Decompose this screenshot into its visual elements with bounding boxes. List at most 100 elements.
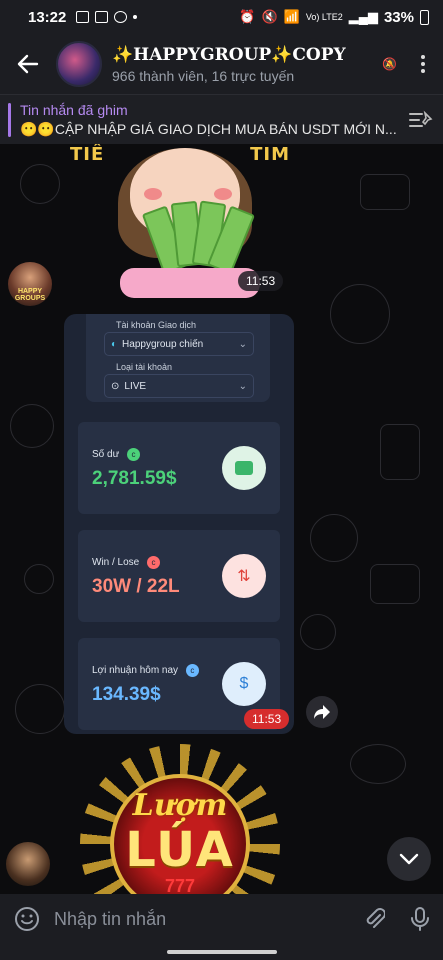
alarm-icon: ⏰ [239, 9, 256, 24]
profit-label: Lợi nhuận hôm nay [92, 665, 179, 677]
account-card: Tài khoản Giao dịch ◐ Happygroup chiến ⌄… [86, 314, 270, 402]
wallet-icon [95, 11, 109, 23]
balance-label-wrap: Số dư c [92, 448, 141, 461]
pinned-text: Tin nhắn đã ghim 😶😶CẬP NHẬP GIÁ GIAO DỊC… [20, 102, 399, 138]
status-notification-icons [76, 11, 138, 23]
wifi-icon: 📶 [283, 9, 300, 24]
image-message[interactable]: Tài khoản Giao dịch ◐ Happygroup chiến ⌄… [64, 314, 294, 734]
status-bar: 13:22 ⏰ 🔇 📶 Vo) LTE2 ▂▄▆ 33% [0, 0, 443, 34]
battery-level: 33% [383, 8, 414, 26]
group-title: ✨HAPPYGROUP✨COPY [112, 44, 346, 65]
account-logo-icon: ◐ [111, 338, 118, 350]
sticker-timestamp: 11:53 [238, 271, 284, 291]
sender-avatar[interactable] [6, 842, 50, 886]
chevron-down-icon [399, 853, 419, 865]
background-doodle [330, 284, 390, 344]
group-info[interactable]: ✨HAPPYGROUP✨COPY 966 thành viên, 16 trực… [112, 45, 382, 84]
emoji-button[interactable] [0, 906, 54, 932]
background-doodle [10, 404, 54, 448]
pinned-message-bar[interactable]: Tin nhắn đã ghim 😶😶CẬP NHẬP GIÁ GIAO DỊC… [0, 94, 443, 144]
winlose-value: 30W / 22L [92, 576, 180, 597]
sticker-line1: Lượm [132, 788, 228, 823]
sender-avatar[interactable]: HAPPY GROUPS [8, 262, 52, 306]
balance-label: Số dư [92, 449, 120, 461]
attach-button[interactable] [351, 906, 397, 932]
live-icon: ⊙ [111, 380, 120, 392]
mute-icon: 🔇 [261, 9, 278, 24]
background-doodle [360, 174, 410, 210]
unpin-button[interactable] [399, 110, 443, 130]
chat-area[interactable]: TIỀ TIM 11:53 HAPPY GROUPS Tài khoản Gia… [0, 144, 443, 894]
system-nav-bar [0, 944, 443, 960]
forward-button[interactable] [306, 696, 338, 728]
group-member-count: 966 thành viên, 16 trực tuyến [112, 67, 295, 84]
sticker-line3: 777 [164, 876, 196, 894]
network-label: Vo) LTE2 [305, 12, 343, 22]
messenger-icon [114, 11, 128, 23]
account-label: Tài khoản Giao dịch [116, 320, 197, 330]
message-input-bar [0, 894, 443, 944]
background-doodle [24, 564, 54, 594]
chevron-down-icon: ⌄ [238, 338, 247, 350]
status-right: ⏰ 🔇 📶 Vo) LTE2 ▂▄▆ 33% [239, 9, 429, 26]
menu-dot-icon [421, 55, 425, 59]
sticker-cheek [214, 188, 232, 200]
background-doodle [15, 684, 65, 734]
wallet-icon [222, 446, 266, 490]
image-timestamp: 11:53 [244, 709, 290, 729]
status-time: 13:22 [28, 8, 67, 26]
info-icon: c [127, 448, 141, 461]
battery-icon [420, 9, 429, 25]
pinned-label: Tin nhắn đã ghim [20, 101, 128, 118]
more-notifications-icon [133, 15, 138, 19]
info-icon: c [185, 664, 199, 677]
menu-dot-icon [421, 69, 425, 73]
background-doodle [20, 164, 60, 204]
balance-value: 2,781.59$ [92, 468, 177, 489]
message-input[interactable] [54, 908, 351, 930]
background-doodle [300, 614, 336, 650]
chevron-down-icon: ⌄ [238, 380, 247, 392]
background-doodle [350, 744, 406, 784]
info-icon: c [147, 556, 161, 569]
voice-button[interactable] [397, 906, 443, 932]
account-value: Happygroup chiến [122, 338, 204, 350]
more-menu-button[interactable] [403, 34, 443, 94]
money-bag-icon: $ [222, 662, 266, 706]
pinned-indicator [8, 102, 11, 137]
home-handle[interactable] [166, 950, 277, 954]
pin-list-icon [409, 110, 433, 127]
account-select: ◐ Happygroup chiến ⌄ [104, 332, 254, 356]
paperclip-icon [366, 908, 385, 928]
menu-dot-icon [421, 62, 425, 66]
sender-avatar-tag: HAPPY GROUPS [14, 288, 46, 302]
back-arrow-icon [17, 54, 39, 74]
back-button[interactable] [0, 34, 56, 94]
group-avatar[interactable] [56, 41, 102, 87]
background-doodle [310, 514, 358, 562]
account-type-select: ⊙ LIVE ⌄ [104, 374, 254, 398]
sticker-text-left: TIỀ [70, 144, 105, 165]
sticker-line2: LÚA [125, 822, 235, 878]
signal-icon: ▂▄▆ [348, 9, 378, 24]
emoji-icon [15, 907, 39, 931]
muted-icon: 🔕 [382, 57, 397, 71]
background-doodle [370, 564, 420, 604]
account-type-label: Loại tài khoản [116, 362, 173, 372]
winlose-card: Win / Lose c 30W / 22L ⇅ [78, 530, 280, 622]
swap-arrows-icon: ⇅ [222, 554, 266, 598]
background-doodle [380, 424, 420, 480]
sticker-cheek [144, 188, 162, 200]
winlose-label-wrap: Win / Lose c [92, 556, 161, 569]
scroll-down-button[interactable] [387, 837, 431, 881]
balance-card: Số dư c 2,781.59$ [78, 422, 280, 514]
forward-icon [314, 705, 330, 719]
pinned-message: 😶😶CẬP NHẬP GIÁ GIAO DỊCH MUA BÁN USDT MỚ… [20, 120, 397, 137]
winlose-label: Win / Lose [92, 557, 140, 569]
profit-value: 134.39$ [92, 684, 161, 705]
profit-label-wrap: Lợi nhuận hôm nay c [92, 664, 199, 677]
luom-lua-sticker[interactable]: Lượm LÚA 777 [70, 744, 290, 894]
account-type-value: LIVE [124, 380, 147, 392]
gallery-icon [76, 11, 90, 23]
chat-header: ✨HAPPYGROUP✨COPY 966 thành viên, 16 trực… [0, 34, 443, 94]
